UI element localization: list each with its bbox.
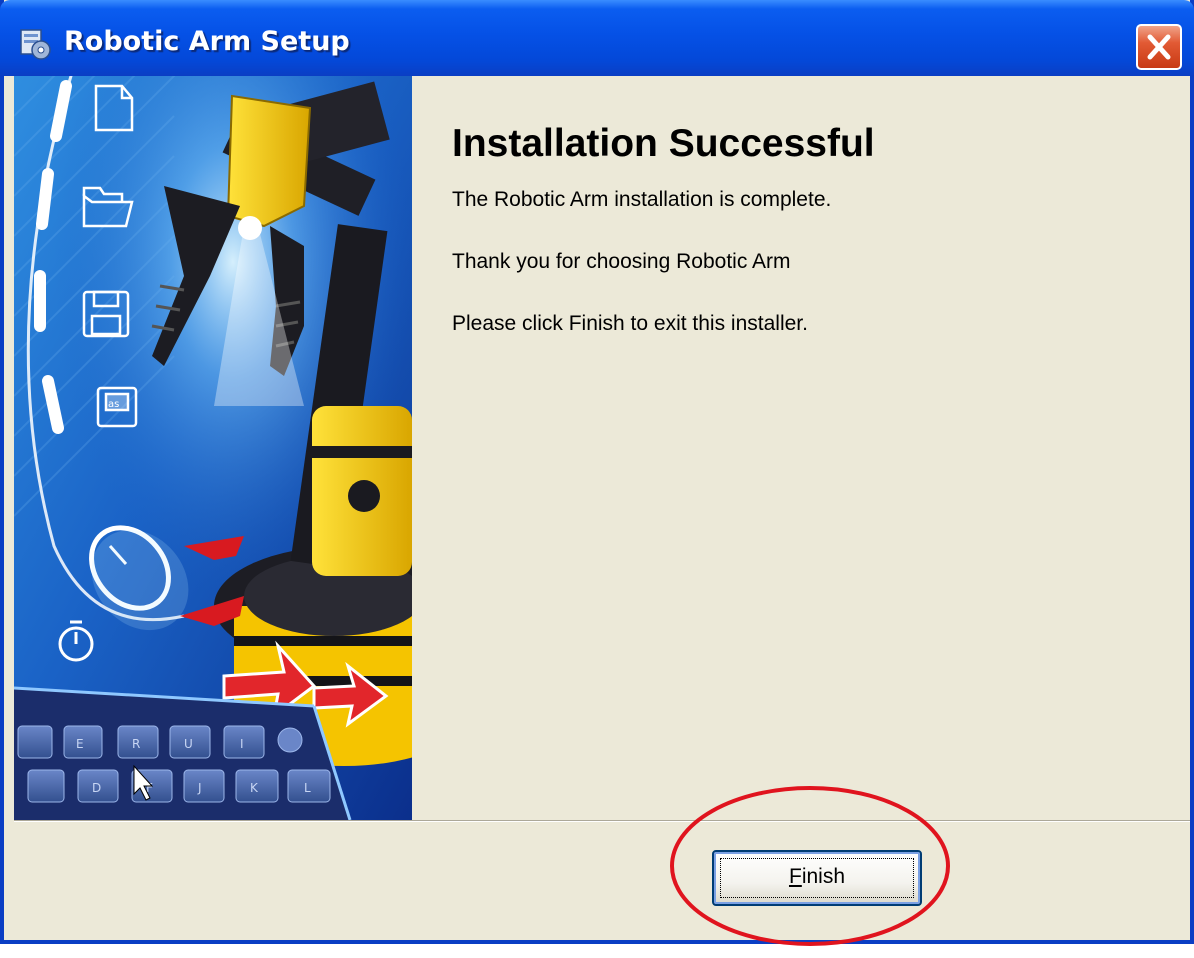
content-panel: Installation Successful The Robotic Arm … — [412, 76, 1190, 820]
svg-text:E: E — [76, 737, 84, 751]
button-bar: Finish — [4, 822, 1190, 940]
svg-text:D: D — [92, 781, 101, 795]
exit-instruction-message: Please click Finish to exit this install… — [452, 312, 808, 335]
svg-text:R: R — [132, 737, 140, 751]
completion-message: The Robotic Arm installation is complete… — [452, 188, 832, 211]
window-title: Robotic Arm Setup — [64, 26, 350, 57]
thank-you-message: Thank you for choosing Robotic Arm — [452, 250, 791, 273]
keyboard-image: E R U I D F J K L — [14, 686, 352, 820]
page-title: Installation Successful — [452, 122, 875, 165]
svg-text:as: as — [108, 399, 119, 410]
close-icon — [1138, 34, 1180, 72]
close-button[interactable] — [1136, 24, 1182, 70]
svg-text:J: J — [197, 781, 202, 795]
finish-button-label: Finish — [788, 865, 846, 888]
svg-text:U: U — [184, 737, 193, 751]
setup-dialog-window: Robotic Arm Setup as E R U I D F J K L I… — [0, 0, 1194, 944]
svg-text:L: L — [304, 781, 311, 795]
svg-text:I: I — [240, 737, 244, 751]
installer-side-banner: as E R U I D F J K L — [14, 76, 412, 820]
finish-button[interactable]: Finish — [712, 850, 922, 906]
svg-text:K: K — [250, 781, 259, 795]
title-bar[interactable]: Robotic Arm Setup — [0, 0, 1194, 76]
setup-installer-icon — [18, 26, 52, 60]
